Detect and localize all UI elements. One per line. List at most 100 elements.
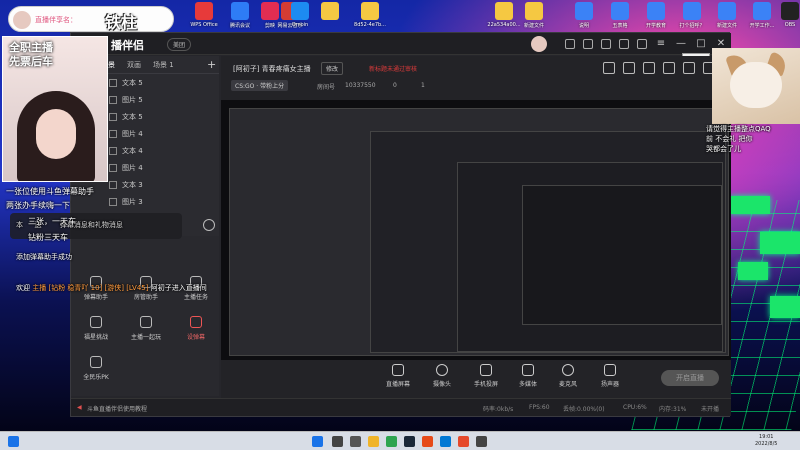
desktop-icon[interactable]: 说明 [566, 2, 602, 34]
stream-preview[interactable] [221, 100, 731, 360]
shirt-icon[interactable] [619, 39, 629, 49]
overlay-line-2b: 钻粉三天车 [28, 233, 68, 242]
help-link[interactable]: 斗鱼直播伴侣使用教程 [87, 404, 147, 413]
visibility-checkbox[interactable] [109, 112, 117, 121]
tool-host-tasks[interactable]: 主播任务 [171, 276, 221, 310]
desktop-icon[interactable]: 五表格 [602, 2, 638, 34]
add-screen-button[interactable]: 直播屏幕 [381, 364, 415, 388]
more-options-icon[interactable] [203, 219, 215, 231]
desktop-icon-label: OBS [784, 22, 796, 28]
desktop-icon[interactable]: OBS [772, 2, 800, 34]
streamer-photo-card: 全职主播 先票后车 [2, 36, 108, 182]
file-icon [231, 2, 249, 20]
visibility-checkbox[interactable] [109, 163, 117, 172]
room-number: 10337550 [345, 82, 376, 89]
tab-scene-1[interactable]: 场景 1 [153, 60, 174, 70]
tool-play-together[interactable]: 主播一起玩 [121, 316, 171, 350]
photo-caption: 全职主播 先票后车 [9, 41, 53, 68]
visibility-checkbox[interactable] [109, 95, 117, 104]
file-icon [495, 2, 513, 20]
category-badge[interactable]: 美团 [167, 38, 192, 51]
category-pill[interactable]: CS:GO · 带粉上分 [231, 80, 289, 91]
bell-icon[interactable] [683, 62, 695, 74]
share-icon[interactable] [623, 62, 635, 74]
banner-avatar [13, 11, 31, 29]
tool-pk[interactable]: 全民乐PK [71, 356, 121, 390]
douyu-icon[interactable] [458, 436, 469, 447]
search-icon[interactable] [332, 436, 343, 447]
add-camera-button[interactable]: 摄像头 [425, 364, 459, 388]
visibility-checkbox[interactable] [109, 197, 117, 206]
source-label: 文本 3 [122, 180, 143, 189]
desktop-icon[interactable]: 8d52-4e7b... [352, 2, 388, 34]
pet-icon[interactable] [663, 62, 675, 74]
desktop-icon[interactable]: 开学教育 [638, 2, 674, 34]
wechat-icon[interactable] [386, 436, 397, 447]
gift-icon[interactable] [643, 62, 655, 74]
desktop-icon-label: Omoin [291, 22, 309, 28]
start-live-button[interactable]: 开启直播 [661, 370, 719, 386]
file-icon [291, 2, 309, 20]
microphone-button[interactable]: 麦克风 [551, 364, 585, 388]
desktop-icon-label: 说明 [578, 23, 589, 29]
visibility-checkbox[interactable] [109, 146, 117, 155]
file-icon [361, 2, 379, 20]
gear-icon[interactable] [637, 39, 647, 49]
explorer-icon[interactable] [368, 436, 379, 447]
add-source-button[interactable]: + [207, 58, 216, 71]
phone-cast-button[interactable]: 手机投屏 [469, 364, 503, 388]
steam-icon[interactable] [404, 436, 415, 447]
theme-icon[interactable] [603, 62, 615, 74]
desktop-icon[interactable] [312, 2, 348, 34]
desktop-icon-label: 新建文件 [523, 23, 544, 29]
help-icon: ◀ [77, 404, 82, 411]
maximize-button[interactable]: □ [693, 36, 709, 52]
desktop-icon[interactable]: 打个招呼？ [674, 2, 710, 34]
speaker-icon [604, 364, 616, 376]
tool-admin-helper[interactable]: 房管助手 [121, 276, 171, 310]
headset-icon[interactable] [565, 39, 575, 49]
desktop-icon[interactable]: 新建文件 [709, 2, 745, 34]
task-view-icon[interactable] [350, 436, 361, 447]
danmu-setting-icon [190, 316, 202, 328]
app-icon[interactable] [422, 436, 433, 447]
file-icon [611, 2, 629, 20]
visibility-checkbox[interactable] [109, 78, 117, 87]
desktop-icon-label: 8d52-4e7b... [354, 22, 386, 28]
edge-icon[interactable] [440, 436, 451, 447]
right-notice: 请觉得主播整点QAQ 前 不会礼 把你 哭都会了儿 [706, 125, 771, 153]
tool-challenge[interactable]: 福星挑战 [71, 316, 121, 350]
tool-danmu-helper[interactable]: 弹幕助手 [71, 276, 121, 310]
fps: FPS:60 [529, 404, 550, 411]
neon-block [760, 232, 800, 254]
edit-title-button[interactable]: 修改 [321, 62, 344, 75]
windows-start-icon[interactable] [312, 436, 323, 447]
desktop-icon[interactable]: WPS Office [186, 2, 222, 34]
desktop-icon-label: 腾讯会议 [229, 23, 250, 29]
menu-icon[interactable]: ≡ [653, 36, 669, 52]
user-avatar[interactable] [531, 36, 547, 52]
mail-icon[interactable] [601, 39, 611, 49]
title-bar[interactable]: 播伴侣 美团 ≡ — □ ✕ [71, 33, 731, 55]
system-clock[interactable]: 19:01 2022/8/5 [755, 434, 777, 448]
multimedia-button[interactable]: 多媒体 [511, 364, 545, 388]
status-bar: ◀ 斗鱼直播伴侣使用教程 码率:0kb/s FPS:60 丢帧:0.00%(0)… [71, 398, 731, 416]
gamepad-icon [140, 316, 152, 328]
obs-icon[interactable] [476, 436, 487, 447]
visibility-checkbox[interactable] [109, 129, 117, 138]
banner-prefix: 直播伴享名： [35, 16, 77, 24]
source-label: 文本 5 [122, 112, 143, 121]
phone-icon [480, 364, 492, 376]
visibility-checkbox[interactable] [109, 180, 117, 189]
tool-set-danmu[interactable]: 设弹幕 [171, 316, 221, 350]
nested-preview-2 [370, 131, 726, 353]
speaker-button[interactable]: 扬声器 [593, 364, 627, 388]
pet-photo [712, 48, 800, 124]
source-label: 文本 4 [122, 146, 143, 155]
chat-icon[interactable] [583, 39, 593, 49]
desktop-icon[interactable]: 新建文件 [516, 2, 552, 34]
trophy-icon [90, 316, 102, 328]
tab-dual[interactable]: 双画 [127, 60, 141, 70]
start-icon[interactable] [8, 436, 19, 447]
minimize-button[interactable]: — [673, 36, 689, 52]
